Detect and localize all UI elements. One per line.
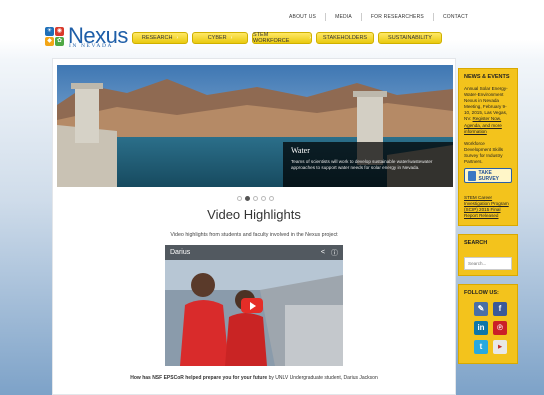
play-icon <box>249 301 256 310</box>
nav-media[interactable]: MEDIA <box>325 13 361 21</box>
clipboard-icon <box>468 170 476 181</box>
nav-about-us[interactable]: ABOUT US <box>280 13 325 21</box>
twitter-icon[interactable]: t <box>474 339 488 354</box>
hero-slider[interactable]: Water Teams of scientists will work to d… <box>57 65 453 187</box>
search-heading: SEARCH <box>464 239 488 246</box>
search-input[interactable] <box>464 256 512 270</box>
nav-stakeholders[interactable]: STAKEHOLDERS <box>316 32 374 44</box>
slider-dot[interactable] <box>269 196 274 201</box>
video-title-bar: Darius < ⓘ <box>165 245 343 260</box>
hero-title: Water <box>291 146 310 155</box>
video-highlights-title: Video Highlights <box>207 207 301 222</box>
nav-stem-workforce[interactable]: STEM WORKFORCE › <box>252 32 312 44</box>
linkedin-icon[interactable]: in <box>474 320 488 335</box>
play-button[interactable] <box>241 298 263 313</box>
video-player[interactable]: Darius < ⓘ <box>165 245 343 366</box>
video-highlights-subtitle: Video highlights from students and facul… <box>170 232 338 238</box>
site-logo[interactable]: ☀ ◉ ◆ ✿ Nexus IN NEVADA <box>45 23 140 50</box>
slider-dot-active[interactable] <box>245 196 250 201</box>
slider-dots <box>237 196 274 201</box>
logo-subtitle: IN NEVADA <box>69 43 114 49</box>
video-question-bold: How has NSF EPSCoR helped prepare you fo… <box>130 375 268 381</box>
content-panel: Water Teams of scientists will work to d… <box>52 58 456 395</box>
sidebar: NEWS & EVENTS Annual Solar Energy-Water-… <box>458 68 518 368</box>
nav-contact[interactable]: CONTACT <box>432 13 477 21</box>
hero-caption: Water Teams of scientists will work to d… <box>283 142 453 187</box>
social-links: ✎ f in ℗ t ▶ <box>474 301 512 354</box>
slider-dot[interactable] <box>253 196 258 201</box>
hero-text: Teams of scientists will work to develop… <box>291 159 433 170</box>
slider-dot[interactable] <box>237 196 242 201</box>
news-item-1: Annual Solar Energy-Water-Environment Ne… <box>464 86 508 134</box>
news-events-box: NEWS & EVENTS Annual Solar Energy-Water-… <box>458 68 518 226</box>
chevron-down-icon: › <box>309 35 311 41</box>
utility-nav: ABOUT US MEDIA FOR RESEARCHERS CONTACT <box>280 11 477 23</box>
video-question: How has NSF EPSCoR helped prepare you fo… <box>53 375 455 381</box>
main-nav: RESEARCH › CYBER › STEM WORKFORCE › STAKEHO… <box>132 32 442 44</box>
video-title: Darius <box>170 249 191 256</box>
facebook-icon[interactable]: f <box>493 301 507 316</box>
nav-sustainability[interactable]: SUSTAINABILITY <box>378 32 442 44</box>
blog-icon[interactable]: ✎ <box>474 301 488 316</box>
take-survey-button[interactable]: TAKE SURVEY <box>464 168 512 184</box>
chevron-down-icon: › <box>176 35 179 41</box>
news-item-2: Workforce Development Skills Survey for … <box>464 140 504 165</box>
share-icon[interactable]: < <box>321 249 325 256</box>
slider-dot[interactable] <box>261 196 266 201</box>
news-heading: NEWS & EVENTS <box>464 74 510 80</box>
follow-heading: FOLLOW US: <box>464 289 499 296</box>
video-question-rest: by UNLV Undergraduate student, Darius Ja… <box>267 375 378 381</box>
nav-cyber[interactable]: CYBER › <box>192 32 248 44</box>
news-item-3: STEM Career Investigation Program (SCIP)… <box>464 195 512 219</box>
chevron-down-icon: › <box>230 35 233 41</box>
search-box: SEARCH <box>458 233 518 276</box>
info-icon[interactable]: ⓘ <box>331 248 338 258</box>
follow-us-box: FOLLOW US: ✎ f in ℗ t ▶ <box>458 283 518 364</box>
nav-research[interactable]: RESEARCH › <box>132 32 188 44</box>
scip-report-link[interactable]: STEM Career Investigation Program (SCIP)… <box>464 195 509 218</box>
logo-squares-icon: ☀ ◉ ◆ ✿ <box>45 27 64 46</box>
pinterest-icon[interactable]: ℗ <box>493 320 507 335</box>
nav-for-researchers[interactable]: FOR RESEARCHERS <box>360 13 433 21</box>
youtube-icon[interactable]: ▶ <box>493 339 507 354</box>
